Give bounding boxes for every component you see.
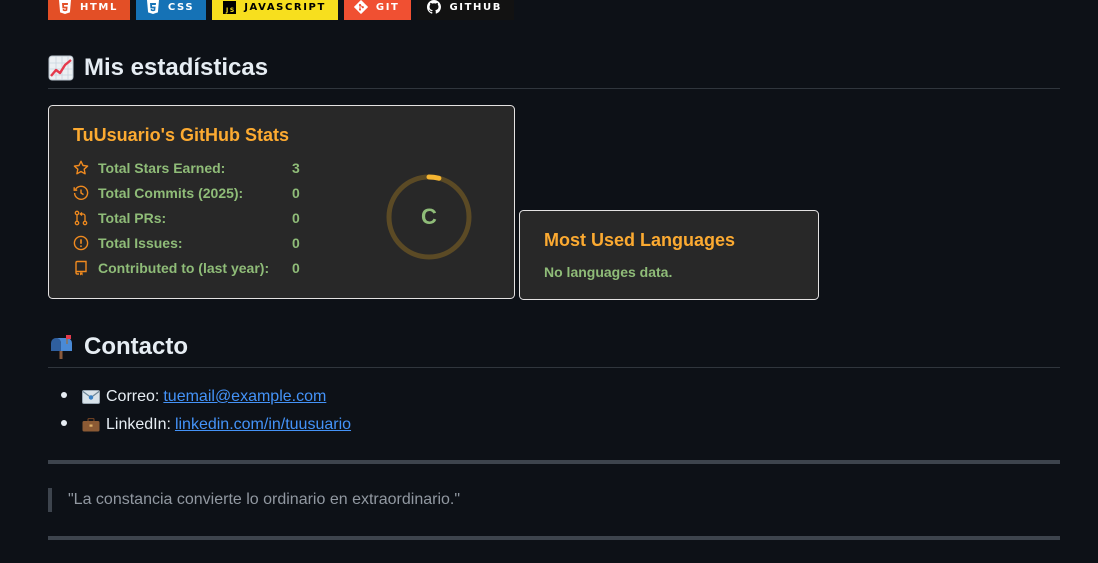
- stats-heading: Mis estadísticas: [48, 54, 1060, 89]
- badge-label: GITHUB: [449, 1, 502, 13]
- contact-item-email: Correo: tuemail@example.com: [60, 383, 351, 411]
- github-icon: [427, 0, 442, 14]
- quote: "La constancia convierte lo ordinario en…: [48, 488, 1060, 512]
- history-icon: [73, 185, 89, 201]
- stats-heading-text: Mis estadísticas: [84, 54, 269, 81]
- badge-label: CSS: [167, 1, 195, 13]
- stat-label: Total Stars Earned:: [98, 160, 226, 176]
- stat-value-commits: 0: [292, 185, 300, 201]
- contact-label: Correo:: [106, 388, 160, 405]
- badge-html: HTML: [48, 0, 130, 20]
- divider: [48, 460, 1060, 464]
- badge-github: GITHUB: [417, 0, 514, 20]
- briefcase-emoji: [82, 418, 100, 432]
- mailbox-emoji: [48, 334, 74, 360]
- chart-increasing-emoji: [48, 55, 74, 81]
- stat-row-issues: Total Issues:: [73, 235, 292, 251]
- divider: [48, 536, 1060, 540]
- linkedin-link[interactable]: linkedin.com/in/tuusuario: [175, 414, 351, 436]
- rank-letter: C: [421, 204, 437, 229]
- badge-javascript: JS JAVASCRIPT: [212, 0, 338, 20]
- stat-value-prs: 0: [292, 210, 300, 226]
- contact-list: Correo: tuemail@example.com LinkedIn: li…: [48, 383, 351, 439]
- html5-icon: [58, 0, 72, 14]
- git-icon: [353, 0, 368, 14]
- contact-heading: Contacto: [48, 333, 1060, 368]
- contact-heading-text: Contacto: [84, 333, 188, 360]
- stats-card-title: TuUsuario's GitHub Stats: [73, 125, 289, 145]
- badge-label: JAVASCRIPT: [244, 1, 326, 13]
- stat-label: Total PRs:: [98, 210, 167, 226]
- pull-request-icon: [73, 210, 89, 226]
- svg-text:JS: JS: [225, 7, 236, 14]
- badge-git: GIT: [343, 0, 412, 20]
- stat-row-contributed: Contributed to (last year):: [73, 260, 292, 276]
- issue-icon: [73, 235, 89, 251]
- css3-icon: [146, 0, 160, 14]
- stat-label: Contributed to (last year):: [98, 260, 270, 276]
- languages-empty-message: No languages data.: [544, 264, 673, 280]
- badge-css: CSS: [135, 0, 207, 20]
- stat-value-contributed: 0: [292, 260, 300, 276]
- email-link[interactable]: tuemail@example.com: [163, 386, 326, 408]
- envelope-emoji: [82, 390, 100, 404]
- contact-label: LinkedIn:: [106, 416, 171, 433]
- languages-card: Most Used Languages No languages data.: [519, 210, 819, 300]
- rank-circle: C: [385, 173, 473, 261]
- stat-row-prs: Total PRs:: [73, 210, 292, 226]
- contact-item-linkedin: LinkedIn: linkedin.com/in/tuusuario: [60, 411, 351, 439]
- languages-card-title: Most Used Languages: [544, 230, 736, 250]
- stat-row-commits: Total Commits (2025):: [73, 185, 292, 201]
- javascript-icon: JS: [222, 0, 236, 14]
- stat-row-stars: Total Stars Earned:: [73, 160, 292, 176]
- badge-label: GIT: [375, 1, 400, 13]
- stat-label: Total Commits (2025):: [98, 185, 244, 201]
- tech-badges: HTML CSS JS JAVASCRIPT GIT GITHUB: [48, 0, 514, 20]
- repo-icon: [73, 260, 89, 276]
- stat-label: Total Issues:: [98, 235, 183, 251]
- github-stats-card: TuUsuario's GitHub Stats Total Stars Ear…: [48, 105, 515, 299]
- stat-value-stars: 3: [292, 160, 300, 176]
- star-icon: [73, 160, 89, 176]
- stat-value-issues: 0: [292, 235, 300, 251]
- badge-label: HTML: [80, 1, 118, 13]
